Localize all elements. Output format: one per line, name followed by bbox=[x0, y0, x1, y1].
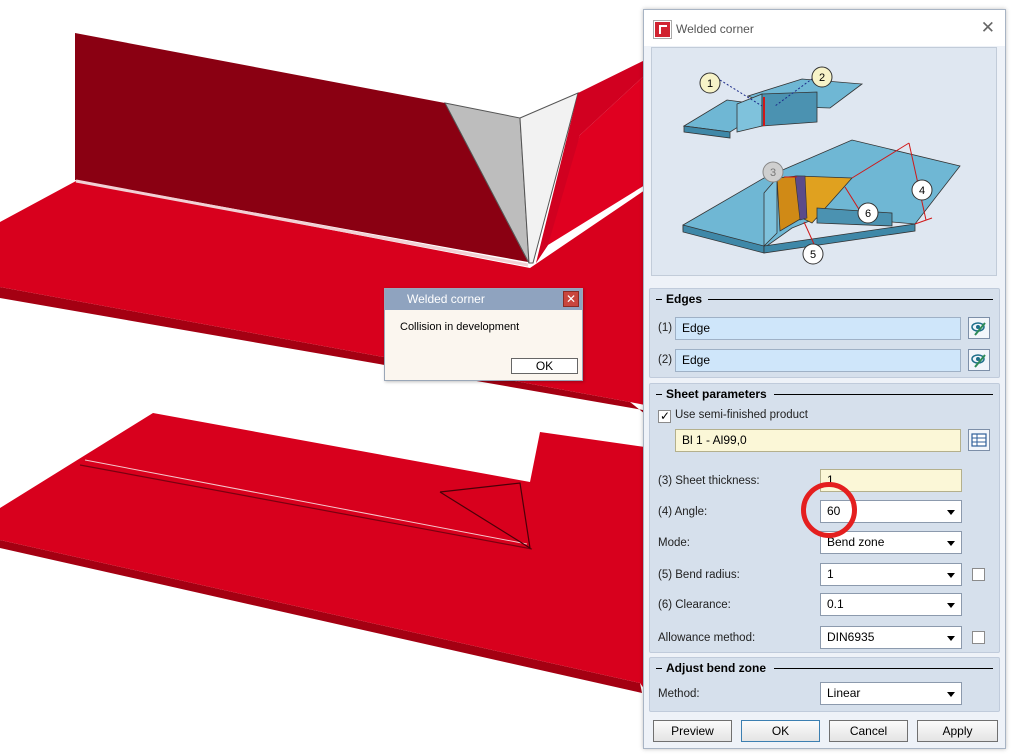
dialog-titlebar: Welded corner ✕ bbox=[644, 10, 1005, 46]
catalog-icon bbox=[971, 433, 987, 447]
callout-2: 2 bbox=[819, 72, 825, 84]
mode-label: Mode: bbox=[658, 537, 690, 549]
callout-5: 5 bbox=[810, 249, 816, 261]
method-label: Method: bbox=[658, 688, 700, 700]
semi-finished-label: Use semi-finished product bbox=[675, 409, 808, 421]
chevron-down-icon bbox=[947, 603, 955, 608]
apply-button[interactable]: Apply bbox=[917, 720, 998, 742]
edge-1-pick-button[interactable] bbox=[968, 317, 990, 339]
edge-1-label: (1) bbox=[658, 322, 673, 334]
allowance-method-checkbox[interactable] bbox=[972, 631, 985, 644]
edge-1-field[interactable]: Edge bbox=[675, 317, 961, 340]
welded-corner-illustration: 1 2 3 4 5 6 bbox=[651, 47, 997, 276]
allowance-method-label: Allowance method: bbox=[658, 632, 756, 644]
callout-1: 1 bbox=[707, 78, 713, 90]
edge-2-pick-button[interactable] bbox=[968, 349, 990, 371]
edges-section: Edges (1) Edge (2) Edge bbox=[649, 288, 1000, 378]
callout-4: 4 bbox=[919, 185, 925, 197]
popup-close-button[interactable]: ✕ bbox=[563, 291, 579, 307]
angle-label: (4) Angle: bbox=[658, 506, 708, 518]
popup-message: Collision in development bbox=[400, 321, 520, 333]
callout-3: 3 bbox=[770, 167, 776, 179]
clearance-label: (6) Clearance: bbox=[658, 599, 731, 611]
semi-finished-checkbox[interactable] bbox=[658, 409, 671, 423]
section-header: Edges bbox=[656, 291, 993, 309]
chevron-down-icon bbox=[947, 573, 955, 578]
welded-corner-dialog: Welded corner ✕ 1 2 3 4 5 6 Edges (1) Ed… bbox=[643, 9, 1006, 749]
edge-2-field[interactable]: Edge bbox=[675, 349, 961, 372]
callout-6: 6 bbox=[865, 208, 871, 220]
allowance-method-combo[interactable]: DIN6935 bbox=[820, 626, 962, 649]
bend-radius-checkbox[interactable] bbox=[972, 568, 985, 581]
app-logo-icon bbox=[653, 20, 672, 39]
chevron-down-icon bbox=[947, 541, 955, 546]
bend-radius-value: 1 bbox=[827, 567, 834, 581]
popup-title: Welded corner bbox=[407, 292, 485, 306]
popup-titlebar: Welded corner ✕ bbox=[385, 289, 582, 310]
eye-pick-icon bbox=[971, 322, 986, 336]
bend-radius-combo[interactable]: 1 bbox=[820, 563, 962, 586]
section-header: Sheet parameters bbox=[656, 386, 993, 404]
cancel-button[interactable]: Cancel bbox=[829, 720, 908, 742]
edge-2-label: (2) bbox=[658, 354, 673, 366]
section-header: Adjust bend zone bbox=[656, 660, 993, 678]
sheet-thickness-label: (3) Sheet thickness: bbox=[658, 475, 760, 487]
collision-message-box: Welded corner ✕ Collision in development… bbox=[384, 288, 583, 381]
close-icon[interactable]: ✕ bbox=[981, 18, 995, 38]
sheet-parameters-title: Sheet parameters bbox=[666, 387, 767, 401]
allowance-method-value: DIN6935 bbox=[827, 630, 875, 644]
dialog-title: Welded corner bbox=[676, 22, 754, 36]
eye-pick-icon bbox=[971, 354, 986, 368]
popup-ok-button[interactable]: OK bbox=[511, 358, 578, 374]
chevron-down-icon bbox=[947, 636, 955, 641]
clearance-value: 0.1 bbox=[827, 597, 844, 611]
angle-highlight-circle bbox=[801, 482, 857, 538]
method-combo[interactable]: Linear bbox=[820, 682, 962, 705]
bend-radius-label: (5) Bend radius: bbox=[658, 569, 740, 581]
chevron-down-icon bbox=[947, 692, 955, 697]
ok-button[interactable]: OK bbox=[741, 720, 820, 742]
material-field[interactable]: Bl 1 - Al99,0 bbox=[675, 429, 961, 452]
material-catalog-button[interactable] bbox=[968, 429, 990, 451]
preview-button[interactable]: Preview bbox=[653, 720, 732, 742]
bottom-base-plate bbox=[0, 413, 645, 690]
method-value: Linear bbox=[827, 686, 861, 700]
clearance-combo[interactable]: 0.1 bbox=[820, 593, 962, 616]
chevron-down-icon bbox=[947, 510, 955, 515]
edges-title: Edges bbox=[666, 292, 703, 306]
adjust-bend-zone-title: Adjust bend zone bbox=[666, 661, 766, 675]
adjust-bend-zone-section: Adjust bend zone Method: Linear bbox=[649, 657, 1000, 712]
